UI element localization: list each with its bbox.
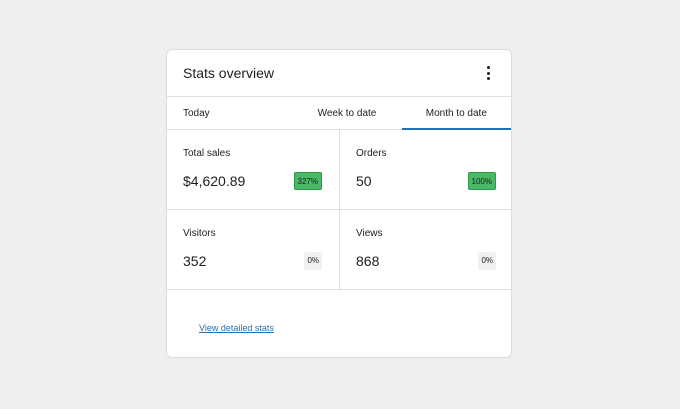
- stats-grid: Total sales $4,620.89 327% Orders 50 100…: [167, 130, 511, 290]
- stat-orders[interactable]: Orders 50 100%: [340, 130, 511, 210]
- stat-total-sales[interactable]: Total sales $4,620.89 327%: [167, 130, 340, 210]
- stat-label: Visitors: [183, 228, 216, 239]
- stat-views[interactable]: Views 868 0%: [340, 210, 511, 290]
- tab-week-to-date[interactable]: Week to date: [292, 97, 401, 129]
- stat-delta-badge: 100%: [467, 172, 496, 190]
- stat-visitors[interactable]: Visitors 352 0%: [167, 210, 340, 290]
- tab-month-to-date[interactable]: Month to date: [401, 97, 511, 130]
- stat-label: Total sales: [183, 148, 231, 159]
- stat-value: 50: [356, 173, 372, 189]
- stat-delta-badge: 327%: [293, 172, 322, 190]
- view-detailed-stats-link[interactable]: View detailed stats: [199, 323, 274, 333]
- stats-overview-card: Stats overview Today Week to date Month …: [166, 49, 512, 358]
- stat-label: Views: [356, 228, 383, 239]
- stat-label: Orders: [356, 148, 387, 159]
- card-header: Stats overview: [167, 50, 511, 97]
- card-title: Stats overview: [183, 65, 275, 81]
- stat-value: $4,620.89: [183, 173, 246, 189]
- tab-today[interactable]: Today: [167, 97, 292, 129]
- stat-delta-badge: 0%: [478, 252, 496, 270]
- tab-label: Week to date: [317, 107, 377, 119]
- period-tabs: Today Week to date Month to date: [167, 97, 511, 130]
- stat-value: 352: [183, 253, 207, 269]
- card-footer: View detailed stats: [167, 290, 511, 336]
- stat-delta-badge: 0%: [304, 252, 322, 270]
- tab-label: Today: [183, 107, 210, 119]
- more-vertical-icon[interactable]: [479, 63, 497, 83]
- tab-label: Month to date: [425, 107, 487, 119]
- stat-value: 868: [356, 253, 380, 269]
